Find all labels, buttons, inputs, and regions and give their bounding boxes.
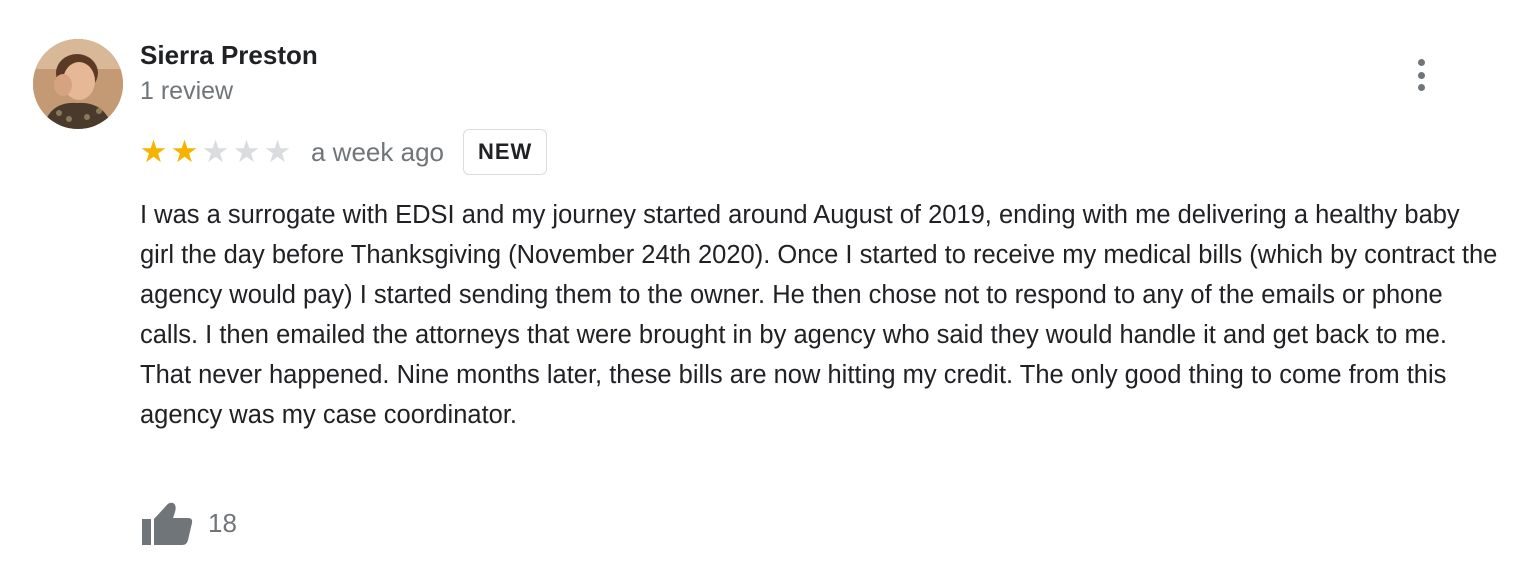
rating-row: ★ ★ ★ ★ ★ a week ago NEW — [138, 128, 548, 176]
more-vert-icon-dot — [1417, 71, 1425, 79]
review-time: a week ago — [311, 136, 444, 167]
star-rating: ★ ★ ★ ★ ★ — [138, 133, 293, 170]
like-count: 18 — [208, 507, 237, 538]
review-card: Sierra Preston 1 review ★ ★ ★ ★ ★ a week ago… — [0, 0, 1522, 579]
more-vert-icon — [1417, 59, 1425, 66]
more-vert-icon-dot — [1417, 84, 1425, 91]
review-text: I was a surrogate with EDSI and my journ… — [140, 201, 1498, 429]
reviewer-header: Sierra Preston 1 review — [140, 38, 318, 108]
star-filled-icon: ★ — [170, 133, 199, 170]
star-empty-icon: ★ — [263, 133, 292, 170]
reviewer-name[interactable]: Sierra Preston — [140, 38, 318, 72]
avatar-photo — [33, 39, 123, 129]
like-row: 18 — [140, 500, 237, 546]
new-badge: NEW — [462, 129, 548, 175]
thumbs-up-icon[interactable] — [140, 500, 194, 546]
star-empty-icon: ★ — [201, 133, 230, 170]
star-empty-icon: ★ — [232, 133, 261, 170]
reviewer-avatar[interactable] — [33, 39, 123, 129]
more-options-button[interactable] — [1404, 56, 1438, 94]
reviewer-review-count: 1 review — [140, 77, 234, 105]
star-filled-icon: ★ — [139, 133, 168, 170]
